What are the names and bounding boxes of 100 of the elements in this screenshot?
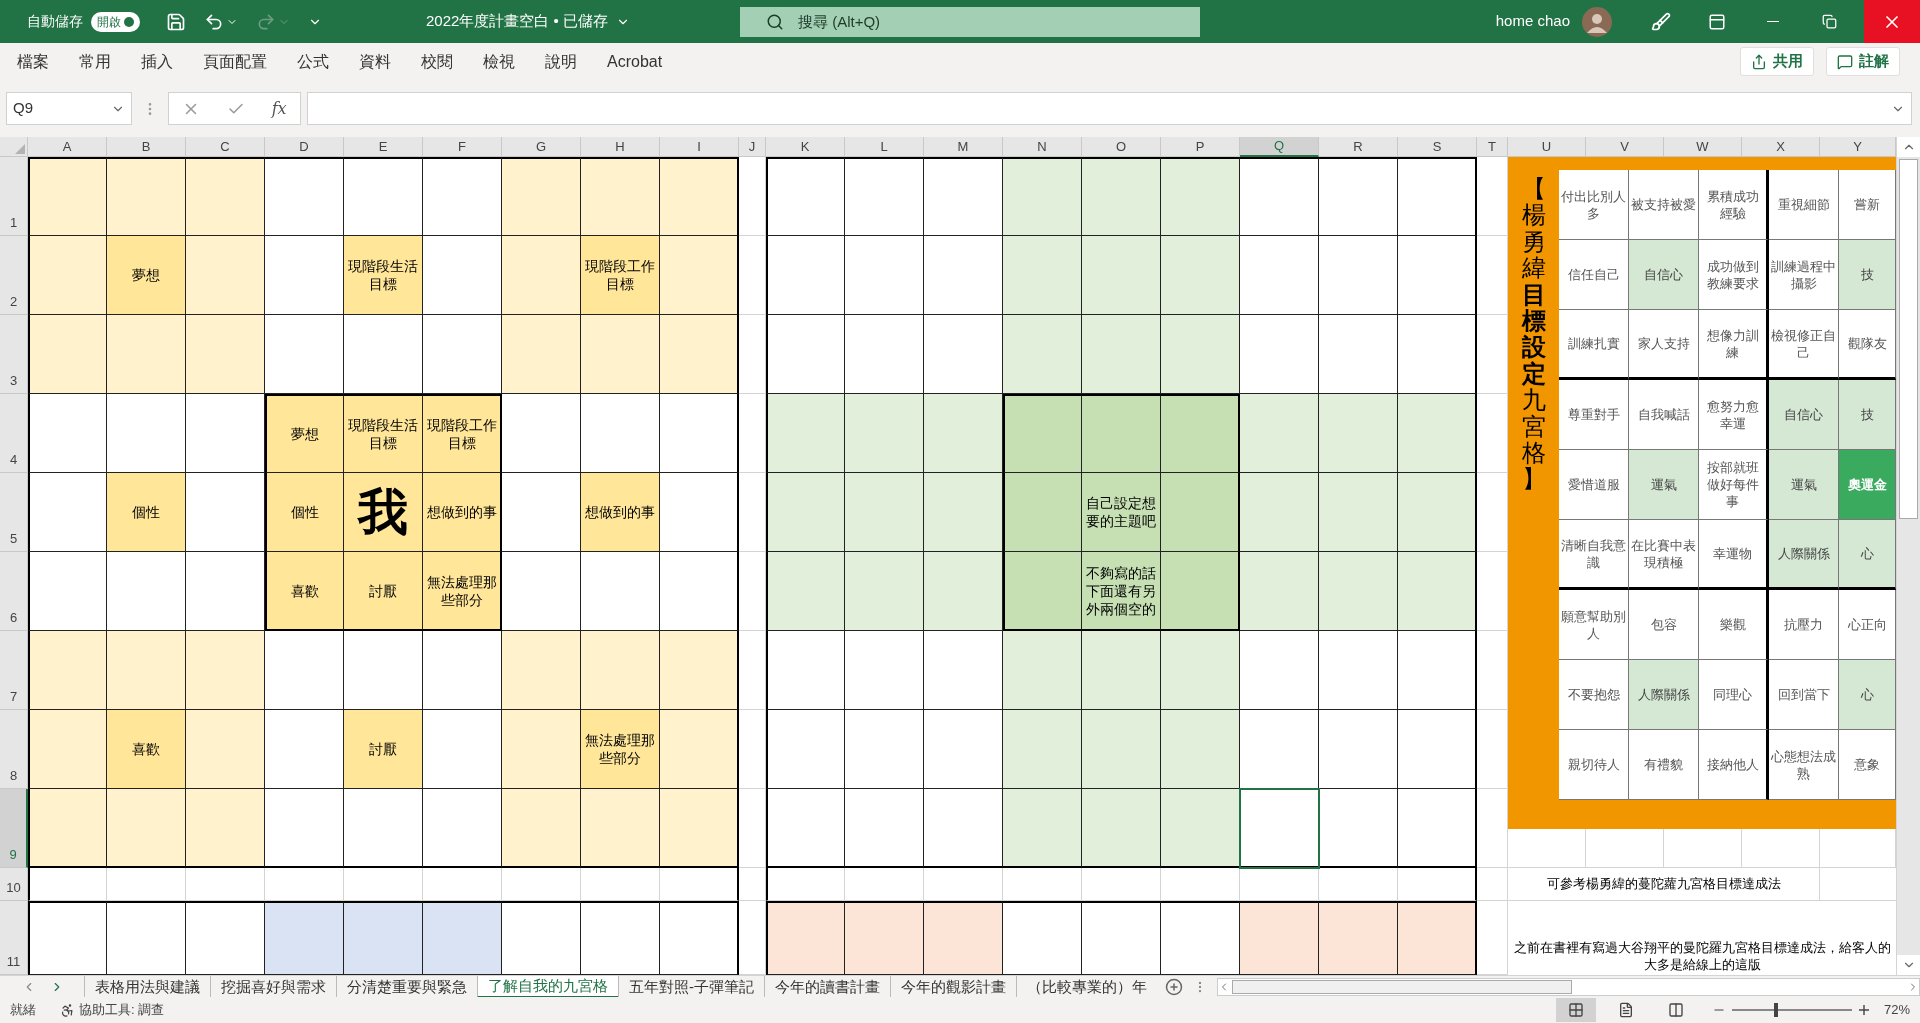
sheet-cell[interactable]: 不夠寫的話下面還有另外兩個空的 bbox=[1082, 552, 1161, 631]
column-header[interactable]: J bbox=[739, 137, 766, 157]
goal-cell: 累積成功經驗 bbox=[1699, 170, 1769, 240]
goal-cell: 不要抱怨 bbox=[1559, 660, 1629, 730]
sheet-cell[interactable]: 討厭 bbox=[344, 710, 423, 789]
sheet-cell[interactable]: 現階段生活目標 bbox=[344, 236, 423, 315]
column-header[interactable]: C bbox=[186, 137, 265, 157]
goal-cell: 付出比別人多 bbox=[1559, 170, 1629, 240]
zoom-level: 72% bbox=[1883, 1001, 1910, 1020]
goal-cell: 在比賽中表現積極 bbox=[1629, 520, 1699, 590]
goal-cell: 意象 bbox=[1839, 730, 1896, 800]
accessibility-button[interactable]: 協助工具: 調查 bbox=[79, 1000, 165, 1020]
autosave-toggle[interactable]: 開啟 bbox=[91, 11, 140, 32]
reference-note: 可參考楊勇緯的蔓陀蘿九宮格目標達成法 bbox=[1508, 868, 1820, 901]
sheet-cell[interactable]: 個性 bbox=[265, 473, 344, 552]
goal-cell: 成功做到教練要求 bbox=[1699, 240, 1769, 310]
goal-cell: 接納他人 bbox=[1699, 730, 1769, 800]
sheet-cell[interactable]: 夢想 bbox=[107, 236, 186, 315]
share-button[interactable]: 共用 bbox=[1740, 47, 1814, 76]
sheet-cell[interactable]: 想做到的事 bbox=[581, 473, 660, 552]
column-header[interactable]: G bbox=[502, 137, 581, 157]
sheet-cell[interactable]: 無法處理那些部分 bbox=[581, 710, 660, 789]
sheet-cell[interactable]: 想做到的事 bbox=[423, 473, 502, 552]
row-header[interactable]: 7 bbox=[0, 631, 28, 710]
sheet-cell[interactable]: 現階段生活目標 bbox=[344, 394, 423, 473]
sheet-cell[interactable]: 討厭 bbox=[344, 552, 423, 631]
column-header[interactable]: R bbox=[1319, 137, 1398, 157]
row-header[interactable]: 11 bbox=[0, 901, 28, 975]
row-header[interactable]: 5 bbox=[0, 473, 28, 552]
goal-cell: 嘗新 bbox=[1839, 170, 1896, 240]
goal-cell: 親切待人 bbox=[1559, 730, 1629, 800]
user-name: home chao bbox=[1495, 11, 1570, 32]
menu-tab[interactable]: 校閱 bbox=[412, 45, 462, 78]
goal-cell: 同理心 bbox=[1699, 660, 1769, 730]
sheet-cell[interactable]: 我 bbox=[344, 473, 423, 552]
sheet-cell[interactable]: 現階段工作目標 bbox=[581, 236, 660, 315]
column-header[interactable]: A bbox=[28, 137, 107, 157]
menu-tab[interactable]: 常用 bbox=[70, 45, 120, 78]
goal-cell: 回到當下 bbox=[1769, 660, 1839, 730]
menu-tab[interactable]: 檢視 bbox=[474, 45, 524, 78]
column-header[interactable]: H bbox=[581, 137, 660, 157]
goal-cell: 心態想法成熟 bbox=[1769, 730, 1839, 800]
column-header[interactable]: M bbox=[924, 137, 1003, 157]
row-header[interactable]: 3 bbox=[0, 315, 28, 394]
column-header[interactable]: L bbox=[845, 137, 924, 157]
menu-tab[interactable]: 檔案 bbox=[8, 45, 58, 78]
menu-tab[interactable]: 公式 bbox=[288, 45, 338, 78]
column-header[interactable]: P bbox=[1161, 137, 1240, 157]
goal-cell: 抗壓力 bbox=[1769, 590, 1839, 660]
status-text: 就緒 bbox=[10, 1001, 36, 1020]
column-header[interactable]: V bbox=[1586, 137, 1664, 157]
goal-cell: 觀隊友 bbox=[1839, 310, 1896, 380]
goal-cell: 愛惜道服 bbox=[1559, 450, 1629, 520]
row-header[interactable]: 2 bbox=[0, 236, 28, 315]
sheet-cell[interactable]: 現階段工作目標 bbox=[423, 394, 502, 473]
column-header[interactable]: N bbox=[1003, 137, 1082, 157]
column-header[interactable]: U bbox=[1508, 137, 1586, 157]
sheet-tab[interactable]: 了解自我的九宮格 bbox=[477, 975, 618, 998]
goal-cell: 訓練扎實 bbox=[1559, 310, 1629, 380]
sheet-cell[interactable]: 喜歡 bbox=[265, 552, 344, 631]
autosave-label: 自動儲存 bbox=[27, 12, 83, 31]
column-header[interactable]: F bbox=[423, 137, 502, 157]
sheet-cell[interactable]: 自己設定想要的主題吧 bbox=[1082, 473, 1161, 552]
row-header[interactable]: 9 bbox=[0, 789, 28, 868]
comments-button[interactable]: 註解 bbox=[1826, 47, 1900, 76]
column-header[interactable]: S bbox=[1398, 137, 1477, 157]
sheet-cell[interactable]: 喜歡 bbox=[107, 710, 186, 789]
column-header[interactable]: T bbox=[1477, 137, 1508, 157]
row-header[interactable]: 8 bbox=[0, 710, 28, 789]
row-header[interactable]: 10 bbox=[0, 868, 28, 901]
goal-cell: 運氣 bbox=[1629, 450, 1699, 520]
row-header[interactable]: 6 bbox=[0, 552, 28, 631]
goal-cell: 樂觀 bbox=[1699, 590, 1769, 660]
column-header[interactable]: K bbox=[766, 137, 845, 157]
column-header[interactable]: W bbox=[1664, 137, 1742, 157]
goal-cell: 重視細節 bbox=[1769, 170, 1839, 240]
sheet-cell[interactable]: 夢想 bbox=[265, 394, 344, 473]
menu-tab[interactable]: 插入 bbox=[132, 45, 182, 78]
menu-tab[interactable]: Acrobat bbox=[598, 45, 672, 78]
column-header[interactable]: Y bbox=[1820, 137, 1896, 157]
document-title[interactable]: 2022年度計畫空白 • 已儲存 bbox=[426, 10, 740, 33]
name-box[interactable]: Q9 bbox=[6, 92, 132, 125]
insert-function-button[interactable]: fx bbox=[271, 96, 287, 121]
search-field[interactable]: 搜尋 (Alt+Q) bbox=[740, 6, 1200, 37]
column-header[interactable]: Q bbox=[1240, 137, 1319, 157]
column-header[interactable]: E bbox=[344, 137, 423, 157]
menu-tab[interactable]: 頁面配置 bbox=[194, 45, 276, 78]
goal-cell: 有禮貌 bbox=[1629, 730, 1699, 800]
row-header[interactable]: 1 bbox=[0, 157, 28, 236]
menu-tab[interactable]: 資料 bbox=[350, 45, 400, 78]
column-header[interactable]: B bbox=[107, 137, 186, 157]
goal-cell: 想像力訓練 bbox=[1699, 310, 1769, 380]
menu-tab[interactable]: 說明 bbox=[536, 45, 586, 78]
sheet-cell[interactable]: 無法處理那些部分 bbox=[423, 552, 502, 631]
column-header[interactable]: D bbox=[265, 137, 344, 157]
column-header[interactable]: X bbox=[1742, 137, 1820, 157]
row-header[interactable]: 4 bbox=[0, 394, 28, 473]
column-header[interactable]: O bbox=[1082, 137, 1161, 157]
sheet-cell[interactable]: 個性 bbox=[107, 473, 186, 552]
column-header[interactable]: I bbox=[660, 137, 739, 157]
